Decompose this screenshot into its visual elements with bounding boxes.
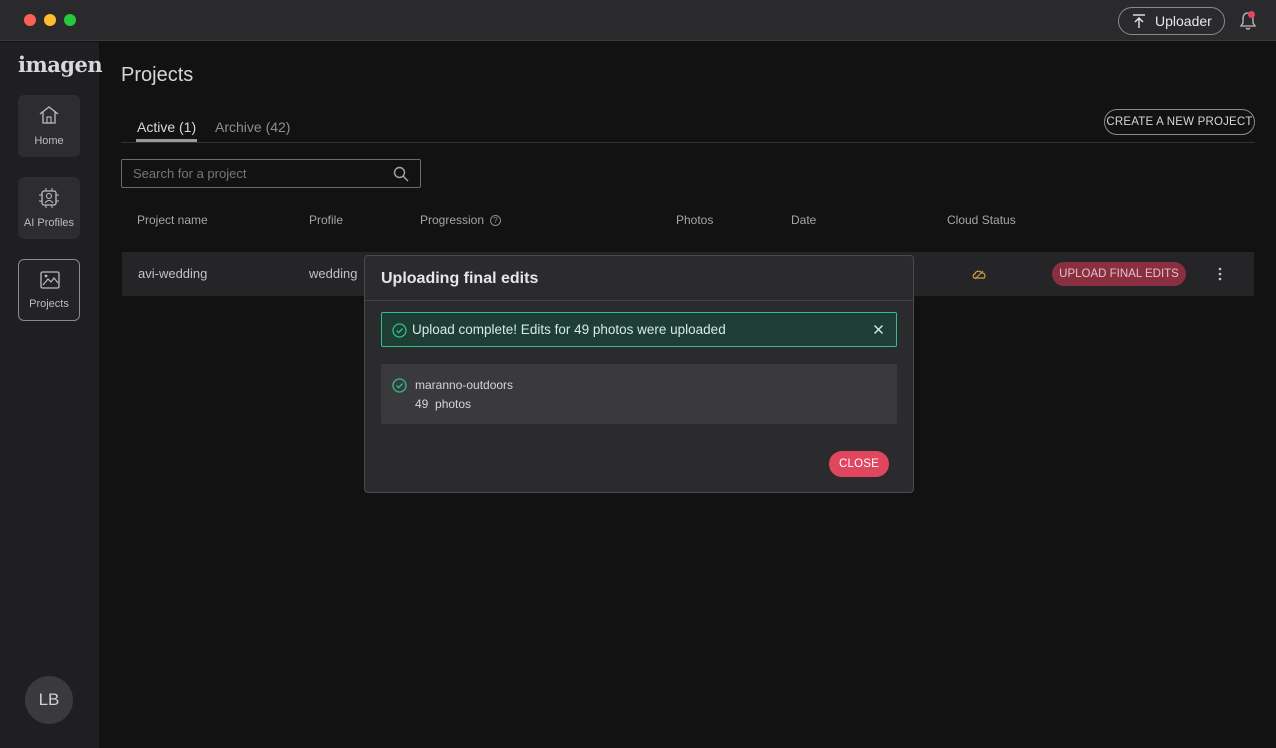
close-icon[interactable] xyxy=(873,324,884,335)
cloud-sync-icon xyxy=(972,270,986,280)
help-icon[interactable]: ? xyxy=(490,215,502,227)
check-circle-icon xyxy=(392,323,407,338)
search-placeholder: Search for a project xyxy=(133,166,247,181)
create-project-button[interactable]: CREATE A NEW PROJECT xyxy=(1104,109,1255,135)
avatar[interactable]: LB xyxy=(25,676,73,724)
modal-title: Uploading final edits xyxy=(381,270,539,287)
check-circle-icon xyxy=(392,378,407,393)
notification-badge xyxy=(1248,11,1255,18)
tabs-divider xyxy=(121,142,1255,143)
sidebar-item-label: Home xyxy=(34,135,64,147)
project-name-cell[interactable]: avi-wedding xyxy=(138,266,207,281)
uploader-label: Uploader xyxy=(1155,13,1212,29)
tab-active[interactable]: Active (1) xyxy=(137,119,196,135)
app-logo: imagen xyxy=(18,52,103,77)
page-title: Projects xyxy=(121,64,194,86)
uploaded-photo-count: 49 photos xyxy=(415,397,472,411)
sidebar-item-label: Projects xyxy=(29,298,69,310)
close-window-button[interactable] xyxy=(24,14,36,26)
uploader-button[interactable]: Uploader xyxy=(1118,7,1225,35)
upload-final-edits-button[interactable]: UPLOAD FINAL EDITS xyxy=(1052,262,1186,286)
tab-archive[interactable]: Archive (42) xyxy=(215,119,290,135)
column-header-project-name[interactable]: Project name xyxy=(137,213,208,227)
column-header-cloud-status[interactable]: Cloud Status xyxy=(947,213,1016,227)
more-options-icon[interactable] xyxy=(1218,267,1222,281)
uploaded-project-item: maranno-outdoors 49 photos xyxy=(381,364,897,424)
sidebar-item-ai-profiles[interactable]: AI Profiles xyxy=(18,177,80,239)
column-header-progression[interactable]: Progression? xyxy=(420,213,502,227)
projects-icon xyxy=(40,271,60,289)
success-alert: Upload complete! Edits for 49 photos wer… xyxy=(381,312,897,347)
alert-message: Upload complete! Edits for 49 photos wer… xyxy=(412,322,726,337)
ai-profile-icon xyxy=(39,188,59,208)
maximize-window-button[interactable] xyxy=(64,14,76,26)
column-header-profile[interactable]: Profile xyxy=(309,213,343,227)
close-button[interactable]: CLOSE xyxy=(829,451,889,477)
uploaded-project-name: maranno-outdoors xyxy=(415,378,514,392)
sidebar: imagen Home AI Profiles Projects LB xyxy=(0,42,103,748)
home-icon xyxy=(39,106,59,124)
sidebar-item-home[interactable]: Home xyxy=(18,95,80,157)
search-input[interactable]: Search for a project xyxy=(121,159,421,188)
upload-icon xyxy=(1133,14,1145,28)
column-header-date[interactable]: Date xyxy=(791,213,816,227)
modal-divider xyxy=(365,300,913,301)
column-header-photos[interactable]: Photos xyxy=(676,213,713,227)
title-bar: Uploader xyxy=(0,0,1276,41)
search-icon[interactable] xyxy=(393,166,409,182)
profile-cell: wedding xyxy=(309,266,358,281)
sidebar-item-projects[interactable]: Projects xyxy=(18,259,80,321)
column-header-label: Progression xyxy=(420,213,485,227)
sidebar-item-label: AI Profiles xyxy=(23,217,75,229)
minimize-window-button[interactable] xyxy=(44,14,56,26)
upload-modal: Uploading final edits Upload complete! E… xyxy=(364,255,914,493)
